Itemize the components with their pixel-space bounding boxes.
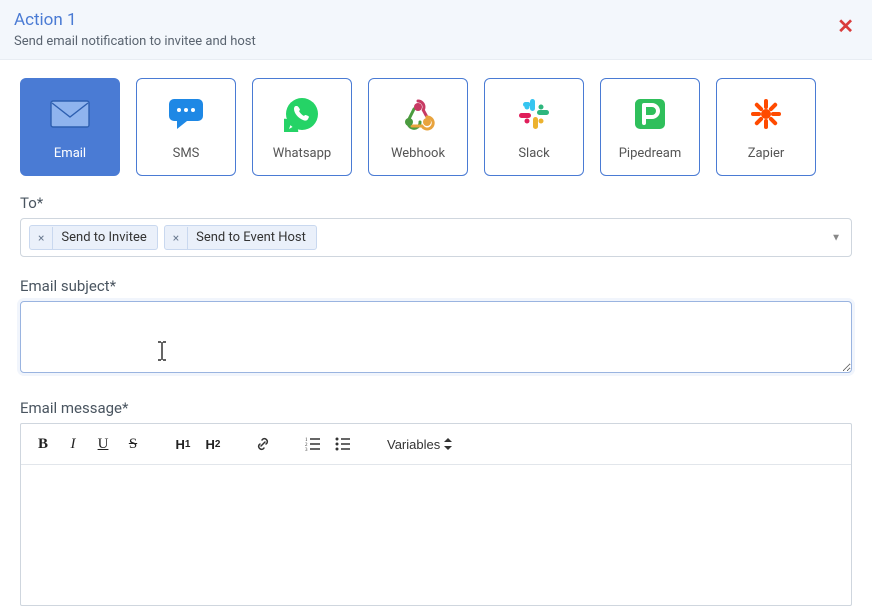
link-button[interactable] <box>249 430 277 458</box>
channel-label: Whatsapp <box>273 146 331 161</box>
underline-button[interactable]: U <box>89 430 117 458</box>
channel-pipedream[interactable]: Pipedream <box>600 78 700 176</box>
message-label: Email message* <box>20 399 852 417</box>
bold-button[interactable]: B <box>29 430 57 458</box>
chip-label: Send to Invitee <box>53 226 156 249</box>
channel-slack[interactable]: Slack <box>484 78 584 176</box>
svg-text:3: 3 <box>305 448 308 452</box>
modal-body: Email SMS <box>0 60 872 616</box>
to-label: To* <box>20 194 852 212</box>
channel-label: Zapier <box>748 146 785 161</box>
strike-button[interactable]: S <box>119 430 147 458</box>
editor-toolbar: B I U S H1 H2 123 Variables <box>21 424 851 465</box>
zapier-icon <box>746 94 786 134</box>
subject-input[interactable] <box>20 301 852 373</box>
to-input[interactable]: × Send to Invitee × Send to Event Host ▼ <box>20 218 852 257</box>
h1-button[interactable]: H1 <box>169 430 197 458</box>
message-body[interactable] <box>21 465 851 605</box>
unordered-list-button[interactable] <box>329 430 357 458</box>
chip-remove-icon[interactable]: × <box>165 227 188 249</box>
channel-whatsapp[interactable]: Whatsapp <box>252 78 352 176</box>
channel-label: SMS <box>173 146 200 161</box>
chip-remove-icon[interactable]: × <box>30 227 53 249</box>
variables-label: Variables <box>387 437 440 452</box>
ordered-list-button[interactable]: 123 <box>299 430 327 458</box>
channel-label: Email <box>54 146 86 161</box>
channel-sms[interactable]: SMS <box>136 78 236 176</box>
recipient-chip-invitee: × Send to Invitee <box>29 225 158 250</box>
channel-email[interactable]: Email <box>20 78 120 176</box>
recipient-chip-host: × Send to Event Host <box>164 225 317 250</box>
close-icon[interactable]: ✕ <box>837 16 854 36</box>
italic-button[interactable]: I <box>59 430 87 458</box>
chip-label: Send to Event Host <box>188 226 316 249</box>
header-subtitle: Send email notification to invitee and h… <box>14 34 858 49</box>
channel-label: Webhook <box>391 146 445 161</box>
h2-button[interactable]: H2 <box>199 430 227 458</box>
slack-icon <box>514 94 554 134</box>
whatsapp-icon <box>282 94 322 134</box>
webhook-icon <box>398 94 438 134</box>
channel-label: Pipedream <box>619 146 682 161</box>
modal-header: Action 1 Send email notification to invi… <box>0 0 872 60</box>
sort-icon <box>444 438 452 450</box>
sms-icon <box>166 94 206 134</box>
channel-zapier[interactable]: Zapier <box>716 78 816 176</box>
subject-label: Email subject* <box>20 277 852 295</box>
channel-selector: Email SMS <box>20 78 852 176</box>
email-icon <box>50 94 90 134</box>
channel-webhook[interactable]: Webhook <box>368 78 468 176</box>
chevron-down-icon[interactable]: ▼ <box>831 232 841 243</box>
pipedream-icon <box>630 94 670 134</box>
variables-dropdown[interactable]: Variables <box>379 437 460 452</box>
channel-label: Slack <box>518 146 549 161</box>
message-editor: B I U S H1 H2 123 Variables <box>20 423 852 606</box>
header-title: Action 1 <box>14 10 858 30</box>
